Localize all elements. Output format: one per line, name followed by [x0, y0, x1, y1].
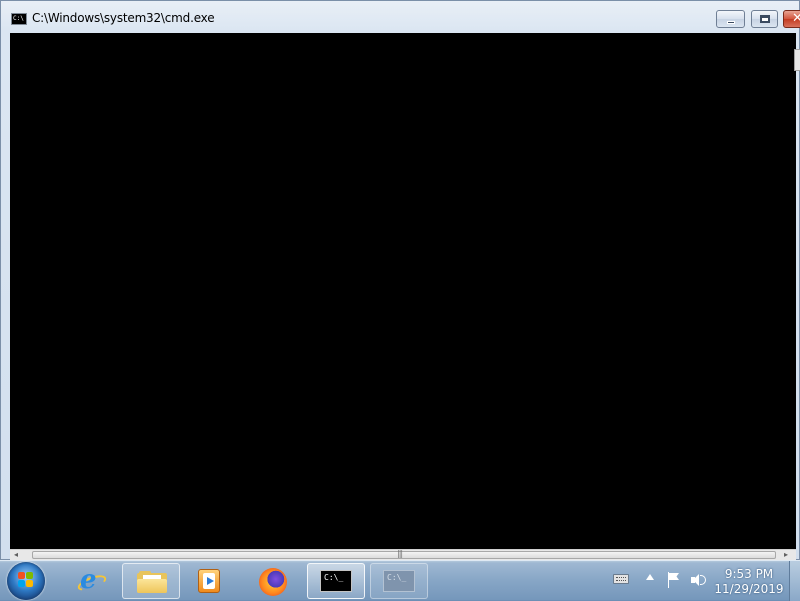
windows-logo-icon	[18, 572, 34, 588]
taskbar-command-prompt-2[interactable]: C:\_	[370, 563, 428, 599]
taskbar-windows-explorer[interactable]	[122, 563, 180, 599]
close-button[interactable]: ✕	[783, 10, 800, 28]
cmd-icon: C:\_	[383, 570, 415, 592]
clock-time: 9:53 PM	[724, 567, 774, 581]
scroll-right-arrow-icon[interactable]: ▸	[784, 550, 788, 559]
horizontal-scrollbar[interactable]: ◂ ||| ▸	[10, 549, 796, 560]
close-icon: ✕	[792, 11, 800, 26]
show-desktop-button[interactable]	[789, 561, 800, 601]
horizontal-scroll-thumb[interactable]: |||	[32, 549, 776, 559]
window-title: C:\Windows\system32\cmd.exe	[32, 11, 215, 25]
minimize-button[interactable]	[716, 10, 745, 28]
firefox-icon	[259, 568, 287, 596]
start-button[interactable]	[7, 562, 45, 600]
taskbar-media-player[interactable]	[186, 563, 232, 599]
console-text	[10, 33, 796, 37]
taskbar: e C:\_ C:\_ 9:53 PM 11/29/2019	[0, 560, 800, 601]
clock-date: 11/29/2019	[714, 582, 784, 596]
action-center-flag-icon[interactable]	[667, 572, 681, 588]
taskbar-command-prompt[interactable]: C:\_	[307, 563, 365, 599]
volume-icon[interactable]	[690, 572, 708, 588]
media-player-icon	[198, 569, 220, 593]
console-output-area[interactable]	[10, 33, 796, 549]
title-bar[interactable]: C:\ C:\Windows\system32\cmd.exe ✕	[1, 1, 800, 33]
maximize-button[interactable]	[751, 10, 778, 28]
cmd-icon: C:\_	[320, 570, 352, 592]
taskbar-firefox[interactable]	[248, 563, 300, 599]
console-window[interactable]: C:\ C:\Windows\system32\cmd.exe ✕ ◂ ||| …	[0, 0, 800, 560]
internet-explorer-icon: e	[75, 567, 109, 594]
taskbar-internet-explorer[interactable]: e	[67, 563, 113, 599]
vertical-scrollbar[interactable]	[794, 49, 800, 71]
keyboard-icon[interactable]	[613, 574, 629, 584]
scroll-left-arrow-icon[interactable]: ◂	[14, 550, 18, 559]
system-clock[interactable]: 9:53 PM 11/29/2019	[712, 567, 786, 597]
scroll-grip-icon: |||	[397, 549, 403, 558]
folder-icon	[137, 571, 167, 593]
cmd-app-icon[interactable]: C:\	[11, 13, 27, 25]
show-hidden-icons-arrow[interactable]	[646, 574, 654, 580]
